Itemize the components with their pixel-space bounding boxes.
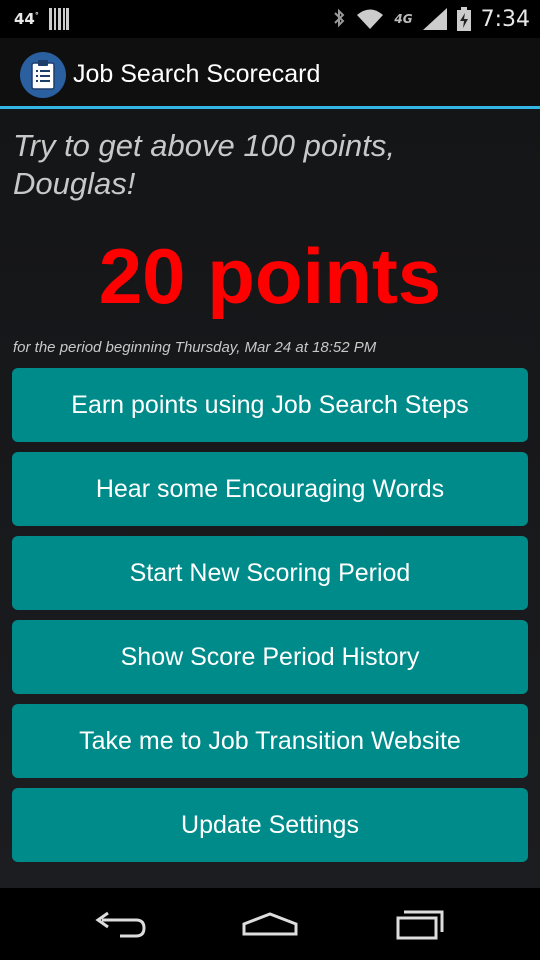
recent-apps-icon[interactable] (390, 904, 450, 944)
period-label: for the period beginning Thursday, Mar 2… (13, 339, 377, 356)
clipboard-icon[interactable] (20, 52, 66, 98)
signal-icon (422, 8, 447, 30)
job-transition-website-button[interactable]: Take me to Job Transition Website (12, 704, 528, 778)
bluetooth-icon (334, 8, 345, 28)
new-scoring-period-button[interactable]: Start New Scoring Period (12, 536, 528, 610)
network-type-label: 4G (394, 12, 413, 26)
goal-prompt: Try to get above 100 points, Douglas! (13, 128, 395, 201)
back-icon[interactable] (90, 904, 150, 944)
earn-points-button[interactable]: Earn points using Job Search Steps (12, 368, 528, 442)
battery-charging-icon (456, 7, 471, 31)
status-bar: 44° 4G 7:34 (0, 0, 540, 38)
temperature-indicator: 44° (14, 10, 39, 28)
barcode-icon (48, 8, 69, 30)
nav-bar (0, 888, 540, 960)
score-history-button[interactable]: Show Score Period History (12, 620, 528, 694)
score-display: 20 points (98, 232, 442, 320)
main-content: Try to get above 100 points, Douglas! 20… (0, 109, 540, 888)
wifi-icon (357, 9, 384, 29)
home-icon[interactable] (240, 904, 300, 944)
app-title: Job Search Scorecard (73, 60, 321, 88)
action-bar: Job Search Scorecard (0, 38, 540, 106)
screen: 44° 4G 7:34 Job Search Scorecard Try to … (0, 0, 540, 960)
encouraging-words-button[interactable]: Hear some Encouraging Words (12, 452, 528, 526)
update-settings-button[interactable]: Update Settings (12, 788, 528, 862)
clock-time: 7:34 (480, 6, 530, 32)
